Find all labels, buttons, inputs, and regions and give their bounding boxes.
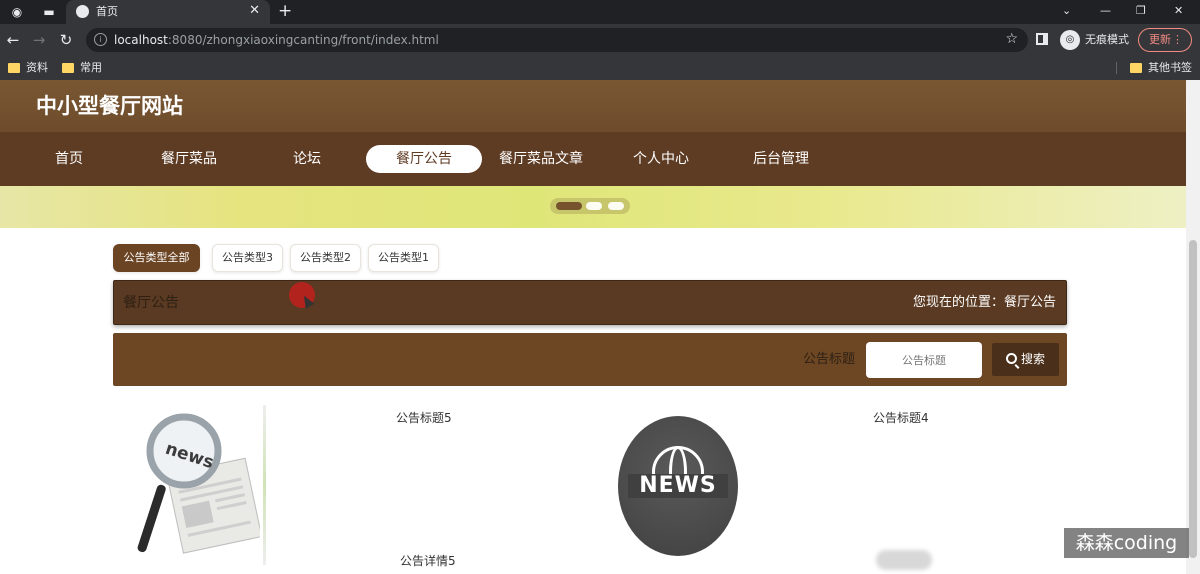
nav-admin[interactable]: 后台管理 [723, 145, 839, 173]
minimize-icon[interactable]: — [1100, 4, 1111, 18]
folder-icon [62, 63, 74, 73]
search-label: 公告标题 [803, 352, 856, 367]
page-scrollbar[interactable] [1186, 80, 1200, 574]
bookmark-divider [1116, 62, 1117, 74]
watermark: 森森coding [1064, 528, 1189, 558]
browser-toolbar: ← → ↻ i localhost:8080/zhongxiaoxingcant… [0, 24, 1200, 56]
nav-home[interactable]: 首页 [11, 145, 127, 173]
back-icon[interactable]: ← [4, 31, 22, 49]
blurred-detail [876, 550, 932, 570]
tab-title: 首页 [96, 5, 118, 18]
address-bar[interactable]: i localhost:8080/zhongxiaoxingcanting/fr… [86, 28, 1028, 52]
search-icon [1005, 353, 1017, 364]
breadcrumb-bar: 餐厅公告 您现在的位置：餐厅公告 [113, 280, 1067, 325]
post-title[interactable]: 公告标题5 [396, 410, 452, 426]
filter-type-3[interactable]: 公告类型3 [212, 244, 283, 272]
post-detail[interactable]: 公告详情5 [400, 553, 456, 569]
carousel-dot[interactable] [556, 202, 582, 210]
bookmark-folder[interactable]: 常用 [62, 60, 102, 76]
bookmark-folder[interactable]: 资料 [8, 60, 48, 76]
update-button[interactable]: 更新 ⋮ [1138, 28, 1192, 52]
banner-carousel [0, 186, 1186, 228]
post-title[interactable]: 公告标题4 [873, 410, 929, 426]
card-divider [263, 405, 266, 565]
news-globe-icon[interactable]: NEWS [618, 416, 738, 556]
breadcrumb: 您现在的位置：餐厅公告 [912, 295, 1056, 310]
incognito-label: 无痕模式 [1085, 33, 1129, 46]
nav-forum[interactable]: 论坛 [249, 145, 365, 173]
other-bookmarks[interactable]: 其他书签 [1130, 60, 1192, 76]
filter-type-1[interactable]: 公告类型1 [368, 244, 439, 272]
search-bar: 公告标题 搜索 [113, 333, 1067, 386]
menu-dots-icon: ⋮ [1172, 33, 1183, 46]
browser-profile-icon[interactable]: ◉ [10, 5, 24, 19]
nav-notices[interactable]: 餐厅公告 [366, 145, 482, 173]
filter-all[interactable]: 公告类型全部 [113, 244, 200, 272]
restore-icon[interactable]: ❐ [1136, 4, 1146, 18]
chevron-down-icon[interactable]: ⌄ [1062, 4, 1071, 18]
close-window-icon[interactable]: ✕ [1174, 4, 1183, 18]
url-text: localhost:8080/zhongxiaoxingcanting/fron… [114, 33, 439, 47]
carousel-dot[interactable] [608, 202, 624, 210]
forward-icon[interactable]: → [30, 31, 48, 49]
search-button[interactable]: 搜索 [992, 343, 1059, 376]
info-icon[interactable]: i [94, 33, 107, 46]
browser-tab-strip: ◉ ▬ 首页 ✕ + ⌄ — ❐ ✕ [0, 0, 1200, 24]
web-page: 中小型餐厅网站 首页 餐厅菜品 论坛 餐厅公告 餐厅菜品文章 个人中心 后台管理… [0, 80, 1200, 574]
folder-icon [1130, 63, 1142, 73]
carousel-indicators [550, 198, 630, 214]
bookmarks-bar: 资料 常用 其他书签 [0, 56, 1200, 80]
reload-icon[interactable]: ↻ [57, 31, 75, 49]
new-tab-icon[interactable]: + [278, 2, 292, 20]
close-tab-icon[interactable]: ✕ [249, 4, 260, 18]
news-badge-text: NEWS [628, 474, 728, 498]
nav-dishes[interactable]: 餐厅菜品 [131, 145, 247, 173]
carousel-dot[interactable] [586, 202, 602, 210]
tab-search-icon[interactable]: ▬ [42, 5, 56, 19]
incognito-icon: ◎ [1060, 30, 1080, 50]
globe-icon [76, 5, 89, 18]
side-panel-icon[interactable] [1036, 33, 1048, 45]
browser-tab-active[interactable]: 首页 ✕ [66, 0, 270, 24]
nav-user-center[interactable]: 个人中心 [603, 145, 719, 173]
bookmark-star-icon[interactable]: ☆ [1005, 31, 1018, 47]
scrollbar-thumb[interactable] [1189, 240, 1197, 558]
site-header: 中小型餐厅网站 [0, 80, 1186, 132]
section-title: 餐厅公告 [123, 295, 179, 311]
filter-type-2[interactable]: 公告类型2 [290, 244, 361, 272]
folder-icon [8, 63, 20, 73]
nav-dish-articles[interactable]: 餐厅菜品文章 [483, 145, 599, 173]
search-input[interactable] [866, 342, 982, 378]
news-magnifier-icon[interactable]: news [128, 405, 260, 563]
main-nav: 首页 餐厅菜品 论坛 餐厅公告 餐厅菜品文章 个人中心 后台管理 [0, 132, 1186, 186]
site-title: 中小型餐厅网站 [36, 94, 183, 118]
